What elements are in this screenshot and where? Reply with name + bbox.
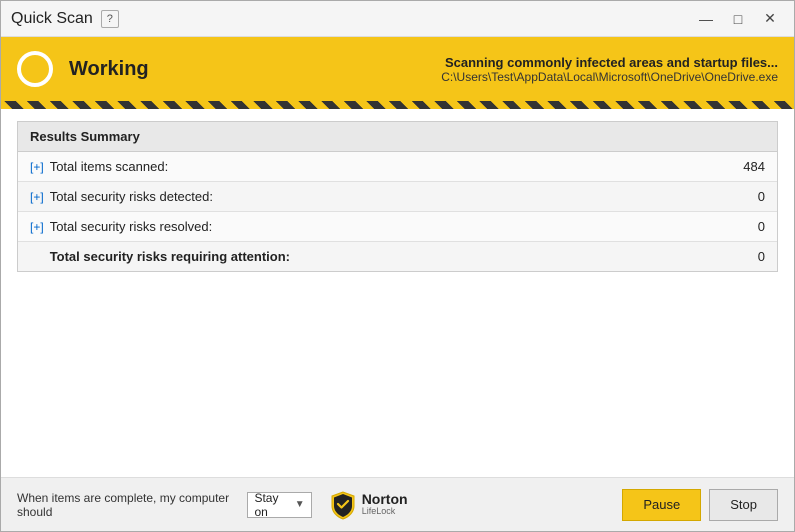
results-header: Results Summary: [18, 122, 777, 152]
scanning-text: Scanning commonly infected areas and sta…: [173, 55, 778, 70]
norton-logo: Norton LifeLock: [328, 490, 408, 520]
results-summary: Results Summary [+] Total items scanned:…: [17, 121, 778, 272]
row-label-3: Total security risks resolved:: [50, 219, 725, 234]
row-value-3: 0: [725, 219, 765, 234]
select-value: Stay on: [254, 491, 288, 519]
title-bar-left: Quick Scan ?: [11, 10, 692, 28]
expand-icon-2[interactable]: [+]: [30, 190, 44, 204]
maximize-button[interactable]: □: [724, 8, 752, 30]
norton-sub: LifeLock: [362, 507, 408, 517]
norton-shield-icon: [328, 490, 358, 520]
main-content: Results Summary [+] Total items scanned:…: [1, 109, 794, 477]
spinner-icon: [17, 51, 53, 87]
stop-button[interactable]: Stop: [709, 489, 778, 521]
minimize-button[interactable]: —: [692, 8, 720, 30]
table-row: [+] Total items scanned: 484: [18, 152, 777, 182]
status-banner: Working Scanning commonly infected areas…: [1, 37, 794, 101]
window-title: Quick Scan: [11, 10, 93, 28]
dropdown-arrow-icon: ▼: [295, 499, 305, 510]
norton-area: Norton LifeLock: [312, 490, 623, 520]
norton-name: Norton: [362, 492, 408, 507]
main-window: Quick Scan ? — □ ✕ Working Scanning comm…: [0, 0, 795, 532]
scanning-file: C:\Users\Test\AppData\Local\Microsoft\On…: [173, 70, 778, 84]
row-label-4: Total security risks requiring attention…: [50, 249, 725, 264]
row-value-2: 0: [725, 189, 765, 204]
hazard-stripe: [1, 101, 794, 109]
footer-label: When items are complete, my computer sho…: [17, 491, 239, 519]
table-row: [+] Total security risks requiring atten…: [18, 242, 777, 271]
row-label-1: Total items scanned:: [50, 159, 725, 174]
computer-action-select[interactable]: Stay on ▼: [247, 492, 311, 518]
help-button[interactable]: ?: [101, 10, 119, 28]
table-row: [+] Total security risks detected: 0: [18, 182, 777, 212]
footer-buttons: Pause Stop: [622, 489, 778, 521]
table-row: [+] Total security risks resolved: 0: [18, 212, 777, 242]
expand-icon-1[interactable]: [+]: [30, 160, 44, 174]
row-label-2: Total security risks detected:: [50, 189, 725, 204]
status-label: Working: [69, 58, 149, 81]
title-bar: Quick Scan ? — □ ✕: [1, 1, 794, 37]
close-button[interactable]: ✕: [756, 8, 784, 30]
norton-brand-text: Norton LifeLock: [362, 492, 408, 517]
status-detail: Scanning commonly infected areas and sta…: [173, 55, 778, 84]
footer: When items are complete, my computer sho…: [1, 477, 794, 531]
footer-left: When items are complete, my computer sho…: [17, 491, 312, 519]
row-value-1: 484: [725, 159, 765, 174]
pause-button[interactable]: Pause: [622, 489, 701, 521]
title-controls: — □ ✕: [692, 8, 784, 30]
expand-icon-3[interactable]: [+]: [30, 220, 44, 234]
row-value-4: 0: [725, 249, 765, 264]
